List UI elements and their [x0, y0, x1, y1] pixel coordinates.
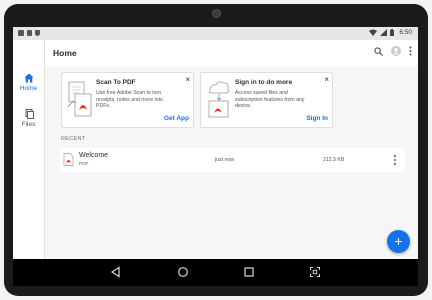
screenshot-icon[interactable] — [309, 266, 321, 278]
close-icon[interactable]: × — [185, 76, 190, 84]
profile-icon[interactable] — [391, 46, 401, 56]
nav-item-files-label: Files — [21, 121, 36, 128]
file-size: 212.5 KB — [323, 157, 345, 163]
pdf-file-icon — [63, 153, 74, 166]
cloud-illustration-icon — [208, 81, 229, 118]
wifi-icon — [369, 29, 378, 36]
home-icon — [24, 73, 33, 83]
nav-item-files[interactable]: Files — [13, 109, 44, 128]
more-icon[interactable] — [409, 46, 412, 56]
sim-icon — [27, 30, 32, 36]
nav-item-home-label: Home — [19, 85, 38, 92]
card-title: Sign in to do more — [235, 79, 293, 86]
nav-item-home[interactable]: Home — [13, 73, 44, 92]
battery-icon — [390, 29, 395, 36]
status-bar: 6:50 — [13, 27, 418, 40]
back-icon[interactable] — [110, 266, 122, 278]
file-modified: just now — [215, 157, 235, 163]
scan-illustration-icon — [67, 81, 92, 117]
files-icon — [25, 109, 34, 119]
add-fab-button[interactable]: + — [387, 230, 410, 253]
page-title: Home — [53, 48, 77, 58]
signal-icon — [380, 29, 388, 36]
file-type: PDF — [79, 162, 89, 167]
screen: 6:50 Home Files Home × Scan To PDF Use f… — [13, 27, 418, 286]
recent-section-label: RECENT — [61, 136, 86, 142]
home-nav-icon[interactable] — [177, 266, 189, 278]
file-name: Welcome — [79, 152, 109, 159]
file-row[interactable]: Welcome PDF just now 212.5 KB — [60, 148, 405, 172]
recents-icon[interactable] — [243, 266, 255, 278]
scan-to-pdf-card: × Scan To PDF Use free Adobe Scan to tur… — [61, 72, 194, 128]
front-camera — [212, 9, 221, 18]
sign-in-button[interactable]: Sign In — [306, 115, 328, 122]
search-icon[interactable] — [374, 46, 383, 56]
card-description: Use free Adobe Scan to turn receipts, no… — [96, 90, 163, 109]
tablet-device: 6:50 Home Files Home × Scan To PDF Use f… — [0, 0, 432, 300]
close-icon[interactable]: × — [324, 76, 329, 84]
shield-icon — [35, 30, 40, 36]
image-icon — [18, 30, 24, 36]
sign-in-card: × Sign in to do more Access saved files … — [200, 72, 333, 128]
nav-rail: Home Files — [13, 40, 45, 259]
card-title: Scan To PDF — [96, 79, 136, 86]
get-app-button[interactable]: Get App — [164, 115, 189, 122]
app-bar: Home — [45, 40, 418, 66]
android-nav-bar — [13, 259, 418, 286]
status-time: 6:50 — [399, 29, 412, 36]
more-options-icon[interactable] — [389, 153, 401, 167]
card-description: Access saved files and subscription feat… — [235, 90, 305, 109]
main-content: Home × Scan To PDF Use free Adobe Scan t… — [45, 40, 418, 259]
